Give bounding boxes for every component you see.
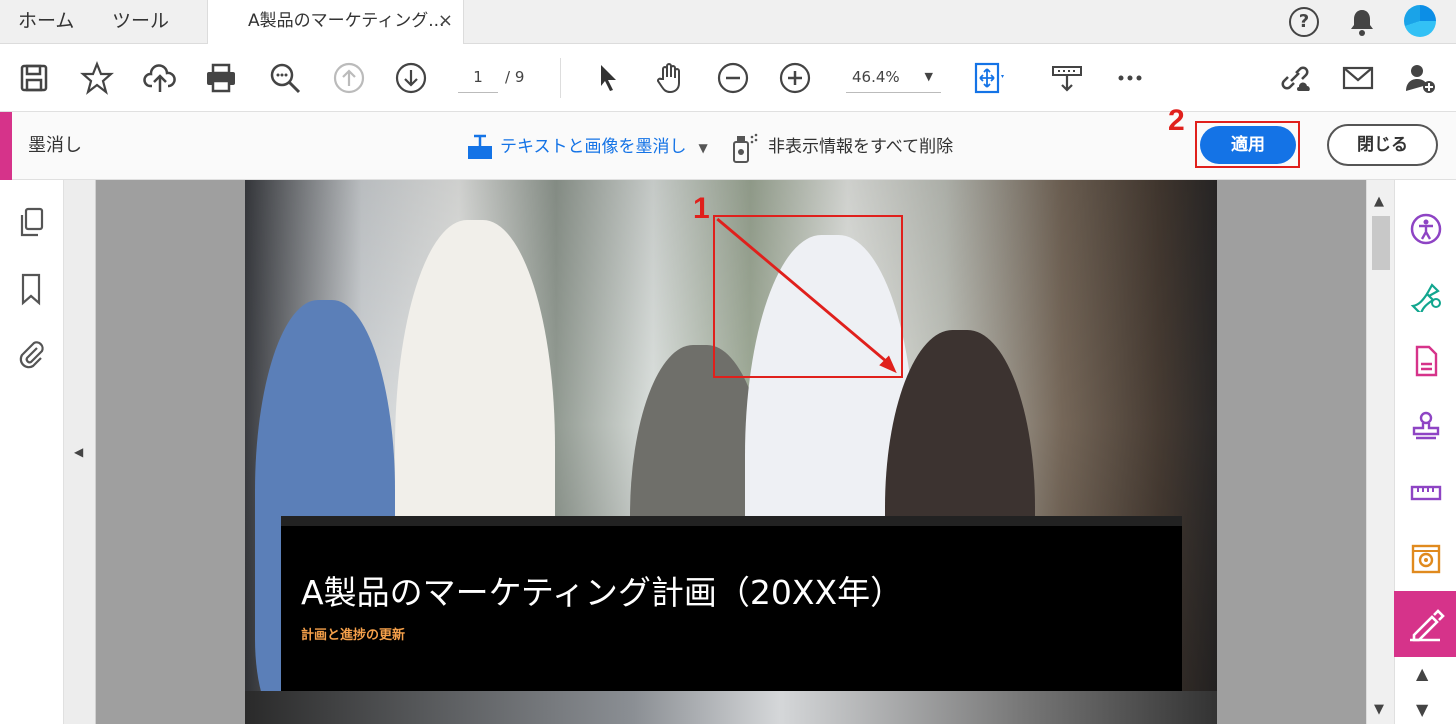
- bell-icon[interactable]: [1348, 7, 1376, 37]
- apply-button[interactable]: 適用: [1200, 126, 1296, 164]
- prev-page-icon[interactable]: [332, 61, 366, 95]
- redaction-selection-box[interactable]: [713, 215, 903, 378]
- rich-media-icon[interactable]: [1409, 542, 1443, 576]
- select-cursor-icon[interactable]: [591, 61, 625, 95]
- pages-icon[interactable]: [15, 206, 47, 240]
- accessibility-icon[interactable]: [1409, 212, 1443, 246]
- zoom-level-value: 46.4%: [852, 68, 900, 86]
- help-icon[interactable]: ?: [1289, 7, 1319, 37]
- page-number-input[interactable]: 1: [458, 61, 498, 93]
- chevron-down-icon[interactable]: ▼: [1416, 700, 1428, 719]
- pane-collapse-toggle[interactable]: ◀: [64, 180, 96, 724]
- measure-icon[interactable]: [1409, 476, 1443, 510]
- chevron-up-icon[interactable]: ▲: [1416, 664, 1428, 683]
- redact-tool-label: テキストと画像を墨消し: [500, 137, 687, 157]
- share-link-icon[interactable]: [1277, 61, 1311, 95]
- star-icon[interactable]: [80, 61, 114, 95]
- attachment-icon[interactable]: [15, 338, 47, 372]
- left-navigation-rail: [0, 180, 64, 724]
- zoom-level-dropdown[interactable]: 46.4% ▼: [846, 61, 941, 93]
- hand-icon[interactable]: [653, 61, 687, 95]
- remove-hidden-info-button[interactable]: 非表示情報をすべて削除: [730, 132, 954, 164]
- page-photo-bottom: [245, 691, 1217, 724]
- spray-icon: [730, 132, 760, 164]
- create-pdf-icon[interactable]: [1409, 344, 1443, 378]
- scroll-thumb[interactable]: [1372, 216, 1390, 270]
- redact-title: 墨消し: [28, 135, 82, 156]
- zoom-search-icon[interactable]: [268, 61, 302, 95]
- next-page-icon[interactable]: [394, 61, 428, 95]
- fit-page-icon[interactable]: [972, 61, 1006, 95]
- save-icon[interactable]: [17, 61, 51, 95]
- document-heading: A製品のマーケティング計画（20XX年）: [301, 573, 904, 612]
- print-icon[interactable]: [204, 61, 238, 95]
- scroll-up-icon[interactable]: ▲: [1374, 194, 1384, 209]
- tab-document-label: A製品のマーケティング...: [248, 11, 445, 31]
- tab-home[interactable]: ホーム: [18, 0, 74, 44]
- redact-text-image-button[interactable]: テキストと画像を墨消し ▼: [466, 132, 708, 162]
- document-subheading: 計画と進捗の更新: [301, 628, 406, 643]
- step-number-2: 2: [1168, 104, 1185, 137]
- add-user-icon[interactable]: [1403, 61, 1437, 95]
- email-icon[interactable]: [1341, 61, 1375, 95]
- close-redact-button[interactable]: 閉じる: [1327, 124, 1438, 166]
- tab-tools[interactable]: ツール: [112, 0, 169, 44]
- chevron-left-icon: ◀: [74, 445, 84, 459]
- tab-document[interactable]: A製品のマーケティング... ×: [207, 0, 464, 45]
- fill-sign-icon[interactable]: [1409, 278, 1443, 317]
- chevron-down-icon[interactable]: ▼: [699, 141, 708, 155]
- page-total: / 9: [505, 68, 525, 86]
- avatar[interactable]: [1404, 5, 1436, 37]
- stamp-icon[interactable]: [1409, 410, 1443, 444]
- more-icon[interactable]: [1113, 61, 1147, 95]
- zoom-in-icon[interactable]: [778, 61, 812, 95]
- vertical-scrollbar[interactable]: ▲ ▼: [1366, 180, 1394, 724]
- scroll-down-icon[interactable]: ▼: [1374, 702, 1384, 717]
- redact-tool-active[interactable]: [1394, 591, 1456, 657]
- redact-accent-bar: [0, 112, 12, 180]
- zoom-out-icon[interactable]: [716, 61, 750, 95]
- bookmark-icon[interactable]: [15, 272, 47, 306]
- toolbar-divider: [560, 58, 561, 98]
- scroll-mode-icon[interactable]: [1050, 61, 1084, 95]
- remove-hidden-info-label: 非表示情報をすべて削除: [768, 137, 954, 157]
- close-tab-icon[interactable]: ×: [438, 0, 453, 42]
- tab-bar: ホーム ツール A製品のマーケティング... ×: [0, 0, 1456, 45]
- chevron-down-icon: ▼: [924, 70, 933, 83]
- step-number-1: 1: [693, 192, 710, 225]
- main-toolbar: 1 / 9 46.4% ▼: [0, 44, 1456, 112]
- redact-tool-icon: [466, 134, 494, 160]
- upload-icon[interactable]: [143, 61, 177, 95]
